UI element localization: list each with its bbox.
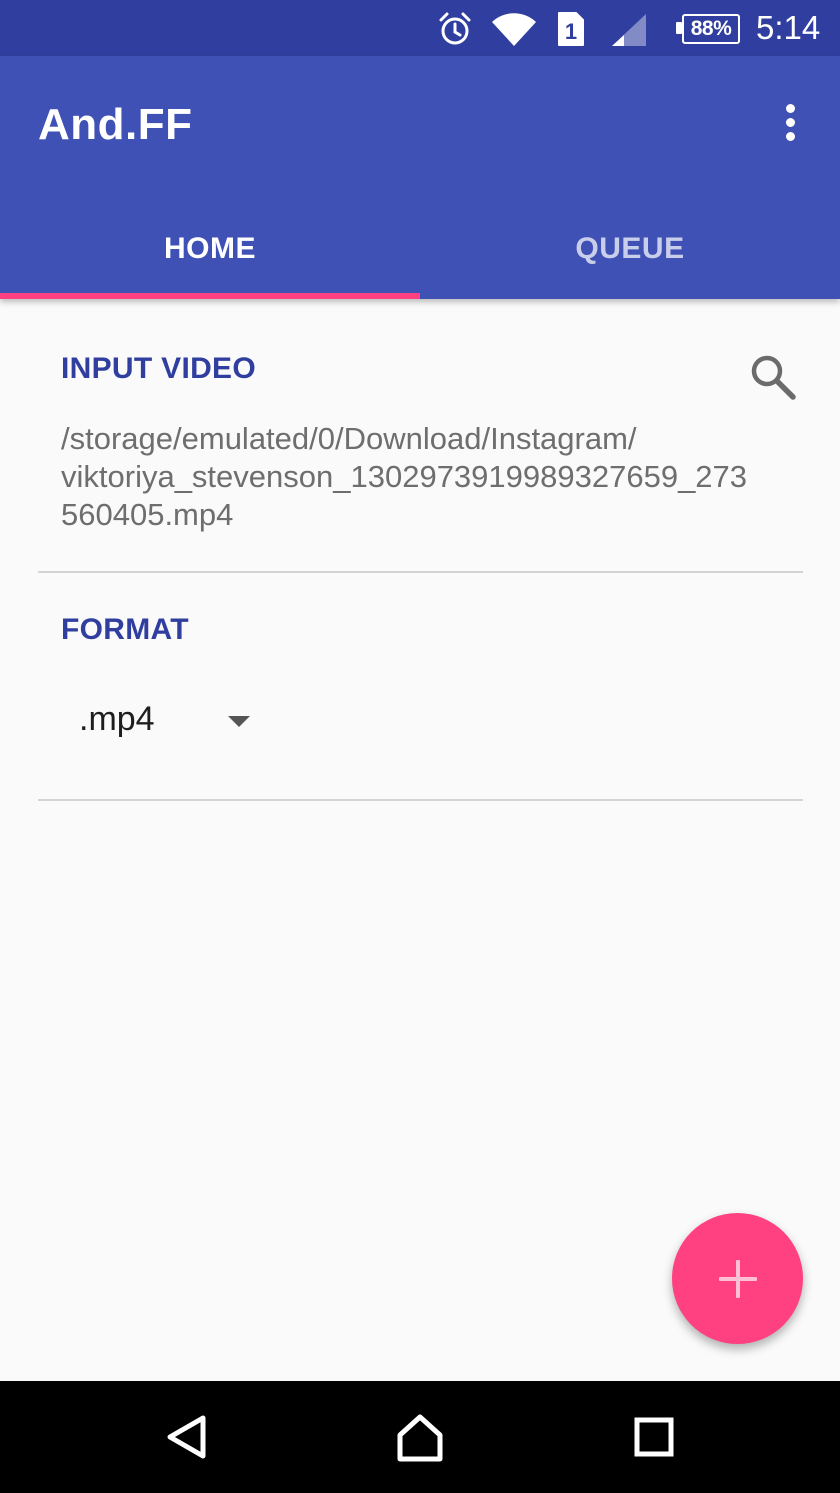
wifi-icon <box>490 12 538 48</box>
alarm-icon <box>437 11 473 47</box>
battery-level: 88% <box>682 14 740 44</box>
plus-icon <box>718 1259 757 1298</box>
tab-queue[interactable]: QUEUE <box>420 200 840 298</box>
add-button[interactable] <box>672 1213 803 1344</box>
divider <box>38 571 803 573</box>
format-selected-value: .mp4 <box>79 700 155 738</box>
screen: 1 88% 5:14 And.FF HOME QUEUE INPUT VIDEO <box>0 0 840 1493</box>
dropdown-arrow-icon <box>228 716 250 727</box>
path-line: 560405.mp4 <box>61 497 234 532</box>
signal-icon <box>610 12 648 48</box>
app-bar: And.FF HOME QUEUE <box>0 56 840 299</box>
sim-label: 1 <box>565 19 577 44</box>
status-bar: 1 88% 5:14 <box>0 0 840 56</box>
path-line: /storage/emulated/0/Download/Instagram/ <box>61 421 637 456</box>
tab-indicator <box>0 293 420 299</box>
home-icon[interactable] <box>390 1407 450 1467</box>
menu-dot <box>785 117 795 127</box>
format-dropdown[interactable]: .mp4 <box>62 690 282 754</box>
app-title: And.FF <box>38 100 193 149</box>
sim-icon: 1 <box>556 10 586 48</box>
menu-dot <box>785 131 795 141</box>
overflow-menu-icon[interactable] <box>770 96 810 148</box>
divider <box>38 799 803 801</box>
input-video-path[interactable]: /storage/emulated/0/Download/Instagram/ … <box>61 420 801 534</box>
back-icon[interactable] <box>157 1407 217 1467</box>
path-line: viktoriya_stevenson_130297391998932765​9… <box>61 459 748 494</box>
tab-home[interactable]: HOME <box>0 200 420 298</box>
battery-icon: 88% <box>676 12 742 46</box>
input-video-label: INPUT VIDEO <box>61 352 256 385</box>
recents-icon[interactable] <box>624 1407 684 1467</box>
clock: 5:14 <box>756 9 821 46</box>
menu-dot <box>785 103 795 113</box>
format-label: FORMAT <box>61 613 189 646</box>
navigation-bar <box>0 1381 840 1493</box>
search-icon[interactable] <box>748 352 798 402</box>
